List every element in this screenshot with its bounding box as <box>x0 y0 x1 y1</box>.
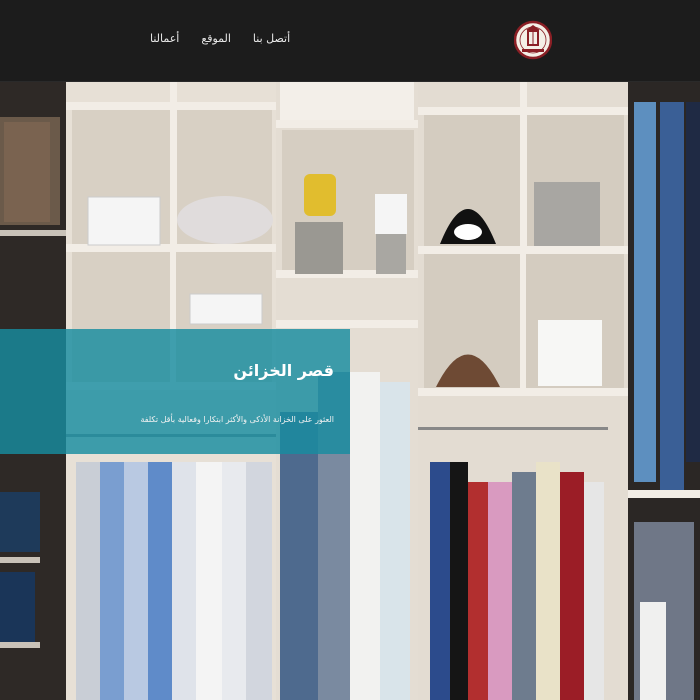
nav-menu: أعمالنا الموقع أتصل بنا <box>150 32 290 45</box>
brand-logo[interactable] <box>514 5 552 75</box>
hero-title: قصر الخزائن <box>233 361 334 380</box>
nav-link-contact[interactable]: أتصل بنا <box>253 32 290 45</box>
nav-link-location[interactable]: الموقع <box>201 32 231 45</box>
hero-section: قصر الخزائن العثور على الخزانة الأذكى وا… <box>0 82 700 700</box>
hero-banner: قصر الخزائن العثور على الخزانة الأذكى وا… <box>0 329 350 454</box>
nav-link-our-work[interactable]: أعمالنا <box>150 32 179 45</box>
palace-closets-logo-icon <box>514 20 552 60</box>
top-navbar: أعمالنا الموقع أتصل بنا <box>0 0 700 82</box>
hero-subtitle: العثور على الخزانة الأذكى والأكثر ابتكار… <box>140 415 334 424</box>
